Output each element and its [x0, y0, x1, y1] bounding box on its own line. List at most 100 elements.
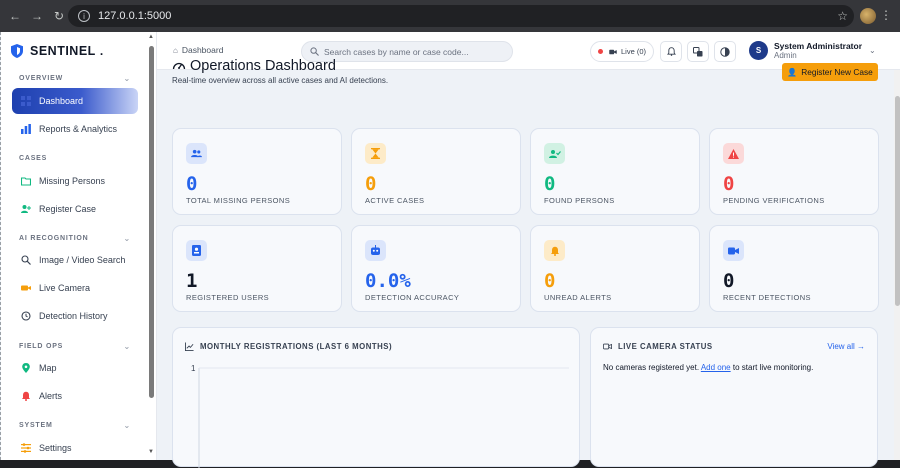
sidebar-scroll-thumb[interactable] — [149, 46, 154, 398]
stat-icon-box — [365, 240, 386, 261]
stat-value: 0 — [723, 270, 735, 292]
chevron-down-icon: ⌄ — [123, 74, 131, 83]
stat-card-recent-detections[interactable]: 0 RECENT DETECTIONS — [709, 225, 879, 312]
sidebar-item-label: Reports & Analytics — [39, 124, 118, 134]
stat-card-total-missing[interactable]: 0 TOTAL MISSING PERSONS — [172, 128, 342, 215]
breadcrumb-current[interactable]: Dashboard — [182, 45, 224, 55]
sidebar-item-settings[interactable]: Settings — [12, 435, 138, 460]
site-info-icon[interactable]: i — [78, 10, 90, 22]
bookmark-star-icon[interactable]: ☆ — [837, 9, 848, 23]
back-icon[interactable]: ← — [8, 9, 22, 23]
search-input[interactable] — [324, 46, 504, 57]
history-icon — [21, 311, 31, 321]
stat-card-active-cases[interactable]: 0 ACTIVE CASES — [351, 128, 521, 215]
stat-label: DETECTION ACCURACY — [365, 293, 460, 302]
sidebar-item-missing-persons[interactable]: Missing Persons — [12, 168, 138, 194]
sidebar-item-live-camera[interactable]: Live Camera — [12, 275, 138, 301]
stat-card-found-persons[interactable]: 0 FOUND PERSONS — [530, 128, 700, 215]
bell-icon — [666, 47, 676, 56]
section-label: AI RECOGNITION — [19, 235, 89, 242]
sidebar-item-label: Settings — [39, 443, 72, 453]
breadcrumb: ⌂ Dashboard — [173, 45, 223, 55]
url-text: 127.0.0.1:5000 — [98, 10, 172, 22]
stat-icon-box — [723, 240, 744, 261]
hourglass-icon — [371, 148, 380, 159]
register-button-label: Register New Case — [801, 67, 873, 77]
theme-toggle-button[interactable] — [714, 41, 736, 62]
section-cases[interactable]: CASES — [19, 155, 131, 162]
stat-label: RECENT DETECTIONS — [723, 293, 811, 302]
stat-label: REGISTERED USERS — [186, 293, 270, 302]
chevron-down-icon: ⌄ — [123, 342, 131, 351]
sidebar-item-register-case[interactable]: Register Case — [12, 196, 138, 222]
view-all-link[interactable]: View all → — [827, 342, 865, 351]
sidebar-scrollbar[interactable]: ▲ ▼ — [148, 34, 154, 455]
panel-title: LIVE CAMERA STATUS — [603, 342, 713, 351]
stat-icon-box — [186, 240, 207, 261]
sidebar-item-image-video-search[interactable]: Image / Video Search — [12, 247, 138, 273]
add-camera-link[interactable]: Add one — [701, 363, 731, 372]
stat-card-registered-users[interactable]: 1 REGISTERED USERS — [172, 225, 342, 312]
page-subtitle: Real-time overview across all active cas… — [172, 76, 389, 85]
section-ai-recognition[interactable]: AI RECOGNITION ⌄ — [19, 234, 131, 243]
folder-icon — [21, 176, 31, 186]
sidebar-item-label: Dashboard — [39, 96, 84, 106]
sidebar-item-dashboard[interactable]: Dashboard — [12, 88, 138, 114]
scroll-up-icon[interactable]: ▲ — [148, 34, 154, 40]
dashboard-icon — [21, 96, 31, 106]
sidebar-item-reports[interactable]: Reports & Analytics — [12, 116, 138, 142]
settings-icon — [21, 443, 31, 453]
stat-value: 0 — [544, 173, 556, 195]
sidebar-item-label: Detection History — [39, 311, 108, 321]
user-plus-icon: 👤 — [787, 67, 798, 77]
stat-label: PENDING VERIFICATIONS — [723, 196, 825, 205]
sidebar-item-label: Missing Persons — [39, 176, 106, 186]
live-status-button[interactable]: Live (0) — [590, 41, 654, 62]
sidebar-item-label: Alerts — [39, 391, 63, 401]
stat-card-pending-verifications[interactable]: 0 PENDING VERIFICATIONS — [709, 128, 879, 215]
avatar: S — [749, 41, 768, 60]
address-bar[interactable]: i 127.0.0.1:5000 — [68, 5, 854, 27]
register-new-case-button[interactable]: 👤 Register New Case — [782, 63, 878, 81]
live-dot-icon — [598, 49, 603, 54]
video-camera-icon — [603, 343, 612, 350]
stat-card-unread-alerts[interactable]: 0 UNREAD ALERTS — [530, 225, 700, 312]
user-menu[interactable]: S System Administrator Admin ⌄ — [749, 41, 876, 60]
bell-icon — [21, 391, 31, 401]
main-scroll-thumb[interactable] — [895, 96, 900, 306]
profile-avatar-icon[interactable] — [860, 8, 876, 24]
map-pin-icon — [21, 363, 31, 373]
brand-name: SENTINEL — [30, 44, 96, 58]
page-title: Operations Dashboard — [172, 58, 336, 74]
scroll-down-icon[interactable]: ▼ — [148, 449, 154, 455]
sidebar-item-alerts[interactable]: Alerts — [12, 383, 138, 409]
section-system[interactable]: SYSTEM ⌄ — [19, 421, 131, 430]
translate-button[interactable] — [687, 41, 709, 62]
section-label: OVERVIEW — [19, 75, 64, 82]
chevron-down-icon: ⌄ — [123, 421, 131, 430]
forward-icon[interactable]: → — [30, 9, 44, 23]
camera-icon — [21, 283, 31, 293]
sidebar-item-map[interactable]: Map — [12, 355, 138, 381]
brand-logo[interactable]: SENTINEL . — [11, 42, 103, 60]
search-icon — [310, 47, 319, 56]
section-overview[interactable]: OVERVIEW ⌄ — [19, 74, 131, 83]
stat-icon-box — [186, 143, 207, 164]
stat-icon-box — [544, 143, 565, 164]
sidebar-item-label: Map — [39, 363, 57, 373]
main-scrollbar[interactable] — [894, 70, 900, 460]
notifications-button[interactable] — [660, 41, 682, 62]
search-icon — [21, 255, 31, 265]
brand-dot: . — [99, 44, 104, 58]
browser-toolbar: ← → ↻ i 127.0.0.1:5000 ☆ ⋮ — [0, 0, 900, 32]
stat-value: 0.0% — [365, 270, 411, 292]
sidebar-item-detection-history[interactable]: Detection History — [12, 303, 138, 329]
browser-menu-icon[interactable]: ⋮ — [880, 8, 892, 22]
video-icon — [728, 247, 739, 254]
camera-empty-message: No cameras registered yet. Add one to st… — [603, 363, 813, 372]
home-icon[interactable]: ⌂ — [173, 46, 178, 55]
translate-icon — [693, 46, 703, 56]
section-field-ops[interactable]: FIELD OPS ⌄ — [19, 342, 131, 351]
reload-icon[interactable]: ↻ — [52, 9, 66, 23]
stat-card-detection-accuracy[interactable]: 0.0% DETECTION ACCURACY — [351, 225, 521, 312]
